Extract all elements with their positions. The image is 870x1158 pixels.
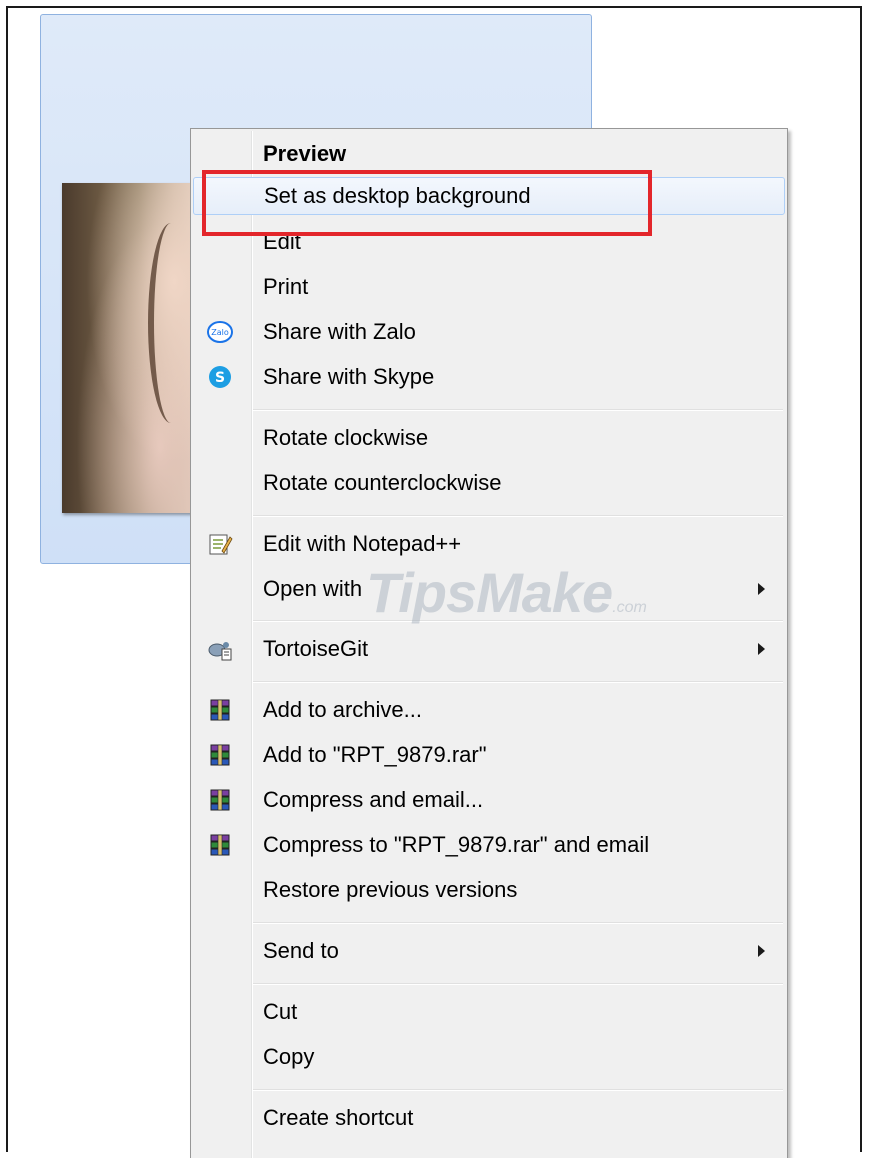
menu-item-label: Add to archive... — [263, 697, 422, 722]
annotation-highlight-box — [202, 170, 652, 236]
menu-item-label: Add to "RPT_9879.rar" — [263, 742, 487, 767]
menu-separator — [253, 515, 783, 517]
menu-item-print[interactable]: Print — [193, 268, 785, 306]
menu-item-label: Preview — [263, 141, 347, 166]
skype-icon: S — [207, 364, 233, 390]
menu-item-cut[interactable]: Cut — [193, 993, 785, 1031]
menu-item-label: Rotate clockwise — [263, 425, 429, 450]
notepad-plus-plus-icon — [207, 531, 233, 557]
menu-separator — [253, 922, 783, 924]
menu-item-preview[interactable]: Preview — [193, 135, 785, 173]
zalo-icon: Zalo — [207, 319, 233, 345]
menu-item-label: Copy — [263, 1044, 315, 1069]
menu-separator — [253, 983, 783, 985]
menu-separator — [253, 1089, 783, 1091]
menu-item-label: Share with Skype — [263, 364, 435, 389]
menu-item-label: Rotate counterclockwise — [263, 470, 502, 495]
menu-item-create-shortcut[interactable]: Create shortcut — [193, 1099, 785, 1137]
menu-item-compress-and-email[interactable]: Compress and email... — [193, 781, 785, 819]
image-thumbnail[interactable] — [62, 183, 202, 513]
menu-item-label: Print — [263, 274, 309, 299]
winrar-icon — [207, 697, 233, 723]
watermark-suffix: .com — [612, 599, 647, 616]
menu-item-label: Send to — [263, 938, 339, 963]
tortoisegit-icon — [207, 636, 233, 662]
menu-item-label: Edit with Notepad++ — [263, 531, 462, 556]
context-menu: Preview Set as desktop background Edit P… — [190, 128, 788, 1158]
menu-separator — [253, 409, 783, 411]
submenu-arrow-icon — [758, 945, 765, 957]
menu-item-label: Compress to "RPT_9879.rar" and email — [263, 832, 650, 857]
menu-item-add-to-archive[interactable]: Add to archive... — [193, 691, 785, 729]
menu-item-label: TortoiseGit — [263, 636, 369, 661]
menu-item-share-with-zalo[interactable]: Zalo Share with Zalo — [193, 313, 785, 351]
menu-item-label: Restore previous versions — [263, 877, 518, 902]
winrar-icon — [207, 787, 233, 813]
menu-item-tortoisegit[interactable]: TortoiseGit — [193, 630, 785, 668]
zalo-icon-text: Zalo — [211, 328, 229, 337]
menu-item-label: Compress and email... — [263, 787, 484, 812]
menu-item-restore-previous-versions[interactable]: Restore previous versions — [193, 871, 785, 909]
menu-item-copy[interactable]: Copy — [193, 1038, 785, 1076]
menu-item-label: Cut — [263, 999, 298, 1024]
menu-item-edit-with-notepad-plus-plus[interactable]: Edit with Notepad++ — [193, 525, 785, 563]
menu-item-label: Share with Zalo — [263, 319, 416, 344]
submenu-arrow-icon — [758, 643, 765, 655]
watermark-text: TipsMake — [366, 561, 613, 624]
menu-item-send-to[interactable]: Send to — [193, 932, 785, 970]
menu-item-label: Open with — [263, 576, 363, 601]
menu-item-label: Create shortcut — [263, 1105, 414, 1130]
skype-icon-text: S — [215, 370, 225, 386]
winrar-icon — [207, 742, 233, 768]
winrar-icon — [207, 832, 233, 858]
watermark: TipsMake.com — [366, 560, 647, 625]
menu-item-compress-to-rar-and-email[interactable]: Compress to "RPT_9879.rar" and email — [193, 826, 785, 864]
menu-item-share-with-skype[interactable]: S Share with Skype — [193, 358, 785, 396]
menu-item-rotate-counterclockwise[interactable]: Rotate counterclockwise — [193, 464, 785, 502]
submenu-arrow-icon — [758, 583, 765, 595]
menu-item-rotate-clockwise[interactable]: Rotate clockwise — [193, 419, 785, 457]
menu-item-add-to-rar[interactable]: Add to "RPT_9879.rar" — [193, 736, 785, 774]
menu-separator — [253, 681, 783, 683]
